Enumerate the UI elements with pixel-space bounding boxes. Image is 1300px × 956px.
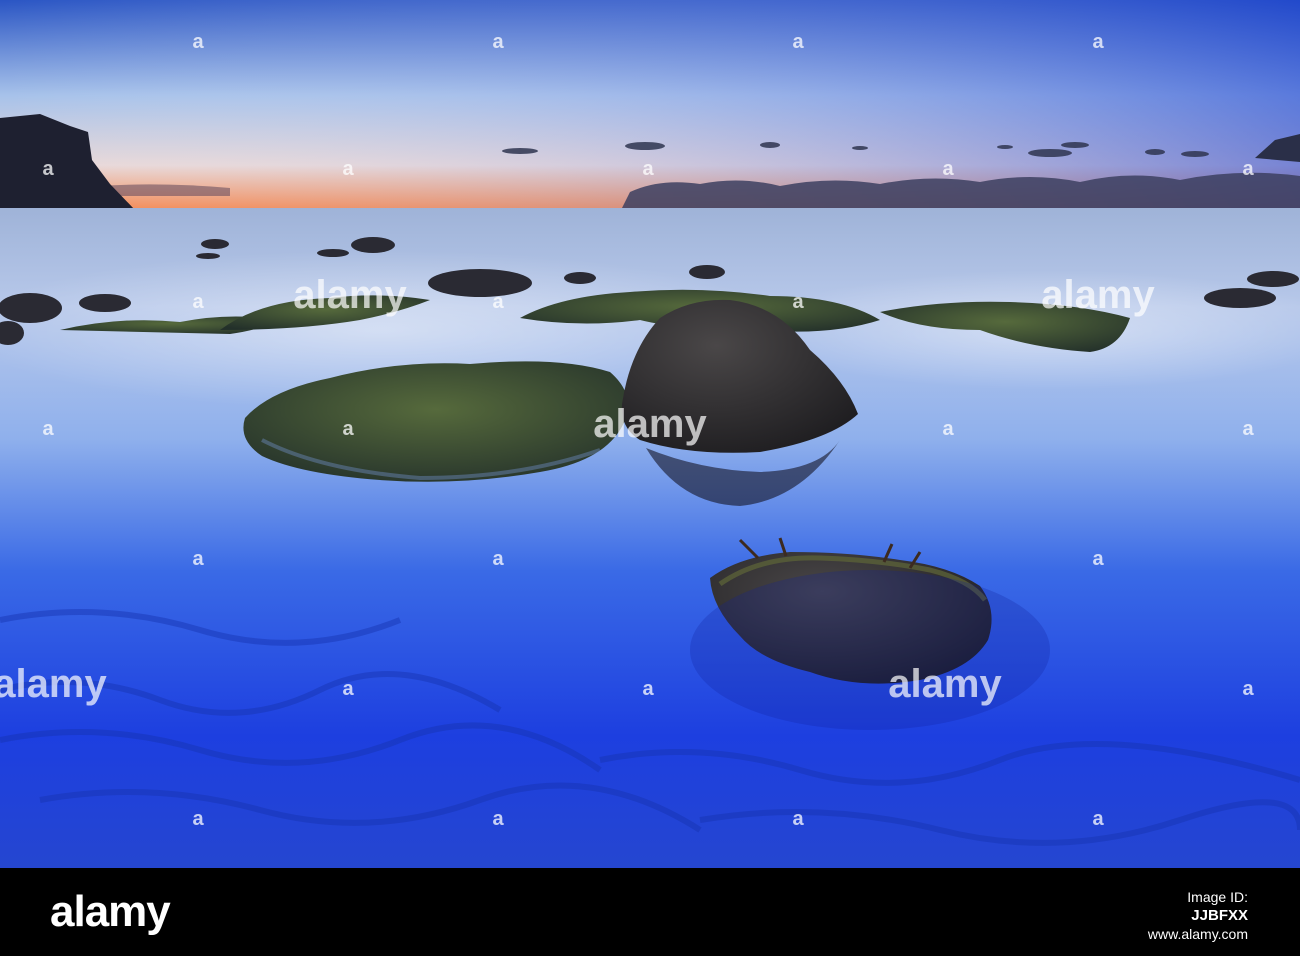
alamy-a-icon: a <box>642 678 654 700</box>
seascape-scene: a a a a a a a a a a a a a a a a a a a a … <box>0 0 1300 868</box>
alamy-a-icon: a <box>1242 678 1254 700</box>
site-url[interactable]: www.alamy.com <box>1148 926 1248 942</box>
seascape-photo: a a a a a a a a a a a a a a a a a a a a … <box>0 0 1300 868</box>
alamy-a-icon: a <box>492 291 504 313</box>
alamy-a-icon: a <box>1242 158 1254 180</box>
watermark-text: alamy <box>293 273 407 317</box>
alamy-a-icon: a <box>642 158 654 180</box>
watermark-text: alamy <box>0 662 107 706</box>
alamy-a-icon: a <box>192 291 204 313</box>
alamy-a-icon: a <box>792 291 804 313</box>
image-id-label: Image ID: <box>1187 889 1248 905</box>
alamy-a-icon: a <box>1092 808 1104 830</box>
brand-logo[interactable]: alamy <box>50 886 171 938</box>
watermark-text: alamy <box>593 402 707 446</box>
image-id-value: JJBFXX <box>1191 907 1248 924</box>
alamy-a-icon: a <box>342 158 354 180</box>
alamy-a-icon: a <box>792 31 804 53</box>
alamy-a-icon: a <box>1092 548 1104 570</box>
alamy-a-icon: a <box>192 808 204 830</box>
watermark-text: alamy <box>1041 273 1155 317</box>
watermark-text: alamy <box>888 662 1002 706</box>
alamy-a-icon: a <box>942 418 954 440</box>
alamy-a-icon: a <box>792 808 804 830</box>
alamy-a-icon: a <box>42 158 54 180</box>
alamy-a-icon: a <box>192 548 204 570</box>
alamy-a-icon: a <box>492 548 504 570</box>
image-id-block: Image ID: JJBFXX www.alamy.com <box>1148 888 1248 943</box>
alamy-a-icon: a <box>492 31 504 53</box>
alamy-a-icon: a <box>1092 31 1104 53</box>
alamy-a-icon: a <box>192 31 204 53</box>
alamy-a-icon: a <box>42 418 54 440</box>
footer-bar: alamy Image ID: JJBFXX www.alamy.com <box>0 868 1300 956</box>
alamy-a-icon: a <box>492 808 504 830</box>
alamy-a-icon: a <box>1242 418 1254 440</box>
alamy-a-icon: a <box>942 158 954 180</box>
alamy-a-icon: a <box>342 678 354 700</box>
alamy-a-icon: a <box>342 418 354 440</box>
